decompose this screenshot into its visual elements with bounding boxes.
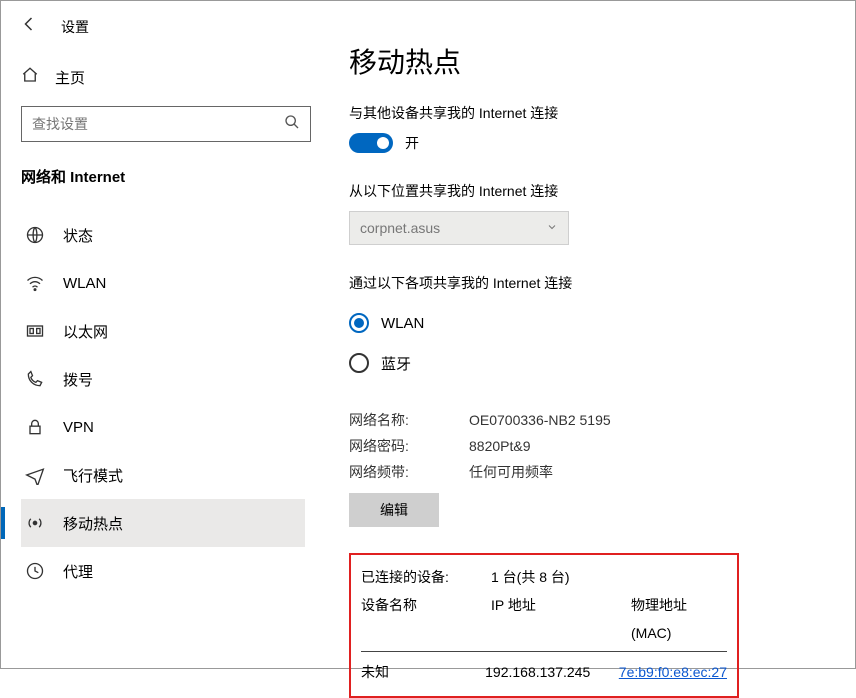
- hotspot-toggle[interactable]: [349, 133, 393, 153]
- nav-item-label: 以太网: [63, 321, 108, 342]
- radio-icon-selected: [349, 313, 369, 333]
- category-title: 网络和 Internet: [21, 166, 305, 187]
- nav-item-label: 飞行模式: [63, 465, 123, 486]
- search-input[interactable]: [32, 116, 284, 132]
- nav-item-proxy[interactable]: 代理: [21, 547, 305, 595]
- nav-item-dialup[interactable]: 拨号: [21, 355, 305, 403]
- nav-item-ethernet[interactable]: 以太网: [21, 307, 305, 355]
- connected-value: 1 台(共 8 台): [491, 563, 631, 591]
- toggle-state-label: 开: [405, 133, 419, 153]
- radio-wlan[interactable]: WLAN: [349, 303, 827, 343]
- home-icon: [21, 66, 39, 88]
- divider: [361, 651, 727, 652]
- radio-wlan-label: WLAN: [381, 315, 424, 332]
- net-pass-key: 网络密码:: [349, 433, 469, 459]
- radio-icon: [349, 353, 369, 373]
- edit-button[interactable]: 编辑: [349, 493, 439, 527]
- back-icon[interactable]: [21, 15, 39, 38]
- nav-item-hotspot[interactable]: 移动热点: [21, 499, 305, 547]
- airplane-icon: [25, 465, 45, 485]
- row-ip: 192.168.137.245: [485, 658, 619, 686]
- search-icon: [284, 114, 300, 135]
- share-over-label: 通过以下各项共享我的 Internet 连接: [349, 273, 827, 293]
- page-title: 移动热点: [349, 41, 827, 81]
- ethernet-icon: [25, 321, 45, 341]
- nav-item-wlan[interactable]: WLAN: [21, 259, 305, 307]
- status-icon: [25, 225, 45, 245]
- net-band-value: 任何可用频率: [469, 459, 553, 485]
- net-name-value: OE0700336-NB2 5195: [469, 407, 611, 433]
- app-title: 设置: [61, 17, 89, 37]
- share-label: 与其他设备共享我的 Internet 连接: [349, 103, 827, 123]
- dialup-icon: [25, 369, 45, 389]
- col-mac: 物理地址(MAC): [631, 591, 727, 647]
- net-pass-value: 8820Pt&9: [469, 433, 531, 459]
- share-from-label: 从以下位置共享我的 Internet 连接: [349, 181, 827, 201]
- col-ip: IP 地址: [491, 591, 631, 647]
- row-device-name: 未知: [361, 658, 485, 686]
- nav-home[interactable]: 主页: [21, 66, 305, 88]
- nav-item-vpn[interactable]: VPN: [21, 403, 305, 451]
- search-input-wrap[interactable]: [21, 106, 311, 142]
- chevron-down-icon: [546, 220, 558, 236]
- radio-bluetooth[interactable]: 蓝牙: [349, 343, 827, 383]
- proxy-icon: [25, 561, 45, 581]
- net-band-key: 网络频带:: [349, 459, 469, 485]
- nav-home-label: 主页: [55, 67, 85, 88]
- share-from-value: corpnet.asus: [360, 220, 440, 236]
- net-name-key: 网络名称:: [349, 407, 469, 433]
- nav-item-label: 拨号: [63, 369, 93, 390]
- connected-devices-highlight: 已连接的设备: 1 台(共 8 台) 设备名称 IP 地址 物理地址(MAC) …: [349, 553, 739, 698]
- wifi-icon: [25, 273, 45, 293]
- share-from-dropdown[interactable]: corpnet.asus: [349, 211, 569, 245]
- connected-label: 已连接的设备:: [361, 563, 491, 591]
- hotspot-icon: [25, 513, 45, 533]
- col-device-name: 设备名称: [361, 591, 491, 647]
- row-mac[interactable]: 7e:b9:f0:e8:ec:27: [619, 658, 727, 686]
- vpn-icon: [25, 417, 45, 437]
- nav-item-label: VPN: [63, 419, 94, 436]
- nav-item-label: 代理: [63, 561, 93, 582]
- nav-item-airplane[interactable]: 飞行模式: [21, 451, 305, 499]
- nav-item-label: 移动热点: [63, 513, 123, 534]
- radio-bt-label: 蓝牙: [381, 353, 411, 374]
- nav-item-status[interactable]: 状态: [21, 211, 305, 259]
- nav-item-label: WLAN: [63, 275, 106, 292]
- nav-item-label: 状态: [63, 225, 93, 246]
